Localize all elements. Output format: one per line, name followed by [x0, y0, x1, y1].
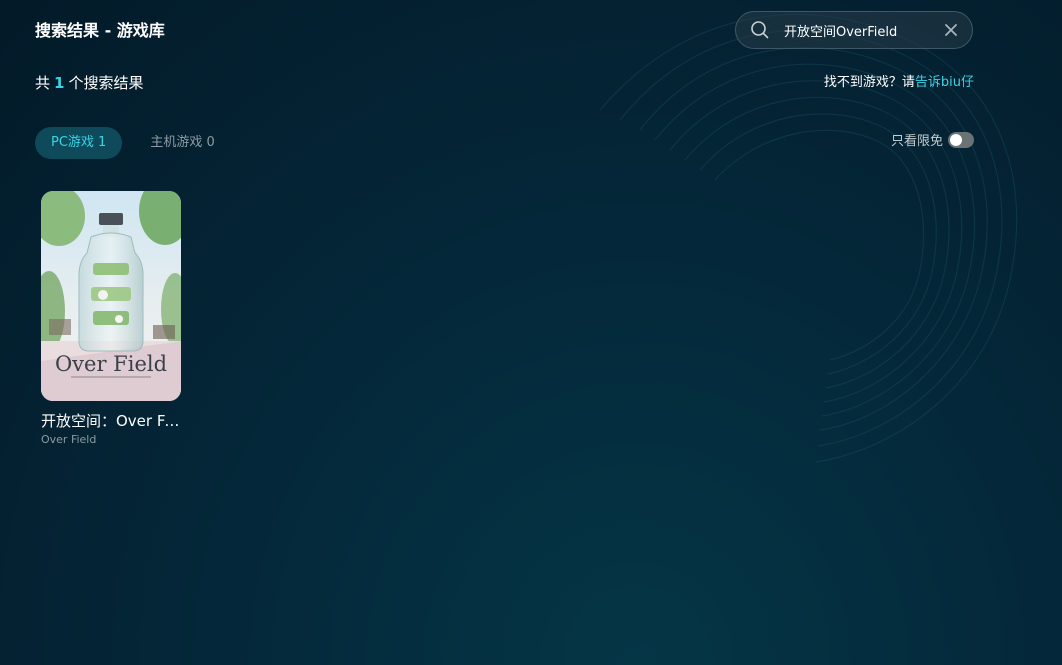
feedback-link[interactable]: 告诉biu仔: [915, 75, 974, 90]
platform-tabs: PC游戏 1 主机游戏 0: [35, 127, 231, 159]
result-count-number: 1: [54, 74, 65, 92]
tab-pc-games[interactable]: PC游戏 1: [35, 127, 123, 159]
free-only-filter: 只看限免: [891, 130, 974, 149]
toggle-knob: [950, 133, 962, 146]
game-subtitle: Over Field: [41, 433, 97, 446]
free-only-toggle[interactable]: [948, 131, 974, 148]
result-count-suffix: 个搜索结果: [68, 74, 144, 92]
search-icon: [751, 21, 769, 39]
page-title: 搜索结果 - 游戏库: [35, 21, 165, 40]
search-box[interactable]: [735, 11, 973, 49]
feedback-text: 找不到游戏？请: [823, 75, 915, 90]
result-count: 共 1 个搜索结果: [35, 73, 143, 93]
feedback-prompt: 找不到游戏？请告诉biu仔: [824, 74, 974, 92]
game-card[interactable]: Over Field 开放空间：Over Field Over Field: [41, 191, 181, 447]
result-count-prefix: 共: [35, 74, 51, 92]
game-title: 开放空间：Over Field: [41, 412, 181, 430]
close-icon[interactable]: [944, 23, 958, 37]
free-only-label: 只看限免: [890, 134, 943, 149]
background-rings-decoration: [599, 13, 1018, 463]
cover-logo-text: Over Field: [55, 352, 167, 376]
search-input[interactable]: [784, 22, 934, 38]
tab-console-games[interactable]: 主机游戏 0: [134, 127, 230, 159]
game-cover-image[interactable]: Over Field: [41, 191, 181, 401]
